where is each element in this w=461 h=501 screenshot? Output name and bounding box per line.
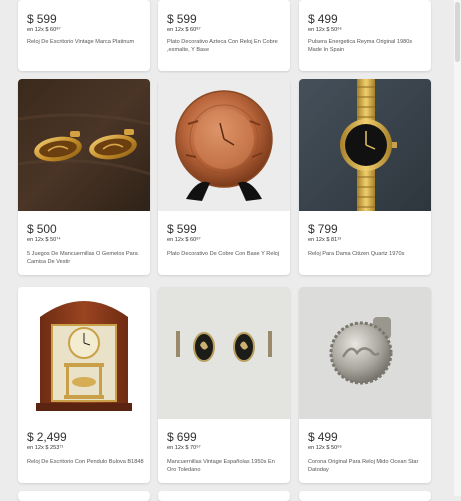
price: $699 <box>167 430 197 444</box>
scrollbar[interactable] <box>454 0 461 496</box>
product-card[interactable]: $599 en 12x $ 60⁸⁷ Plato Decorativo Azte… <box>158 0 290 71</box>
product-title[interactable]: Corona Original Para Reloj Mido Ocean St… <box>308 458 425 474</box>
price: $599 <box>27 12 57 26</box>
installments-text: en 12x $ 70⁹⁷ <box>167 445 201 451</box>
installments-text: en 12x $ 81¹³ <box>308 237 341 243</box>
copper-plate-image[interactable] <box>158 79 290 211</box>
product-card[interactable]: $699 en 12x $ 70⁹⁷ Mancuernillas Vintage… <box>158 287 290 483</box>
installments-text: en 12x $ 50⁷⁴ <box>27 237 61 243</box>
installments-text: en 12x $ 50⁶⁶ <box>308 445 342 451</box>
product-card[interactable]: $499 en 12x $ 50⁶⁶ Corona Original Para … <box>299 287 431 483</box>
product-card[interactable] <box>299 491 431 501</box>
product-title[interactable]: Plato Decorativo Azteca Con Reloj En Cob… <box>167 38 284 54</box>
cufflinks-vintage-image[interactable] <box>158 287 290 419</box>
price: $599 <box>167 12 197 26</box>
installments-text: en 12x $ 60⁸⁷ <box>27 27 61 33</box>
product-card[interactable]: $799 en 12x $ 81¹³ Reloj Para Dama Citiz… <box>299 79 431 275</box>
product-card[interactable] <box>158 491 290 501</box>
installments-text: en 12x $ 60⁸⁷ <box>167 237 201 243</box>
product-title[interactable]: 5 Juegos De Mancuernillas O Gemelos Para… <box>27 250 144 266</box>
price: $499 <box>308 12 338 26</box>
product-title[interactable]: Reloj De Escritorio Vintage Marca Platin… <box>27 38 144 46</box>
product-title[interactable]: Reloj De Escritorio Con Pendulo Bulova B… <box>27 458 144 466</box>
installments-text: en 12x $ 253⁷¹ <box>27 445 64 451</box>
product-title[interactable]: Reloj Para Dama Citizen Quartz 1970s <box>308 250 425 258</box>
product-card[interactable]: $499 en 12x $ 50⁶⁶ Pulsera Energetica Re… <box>299 0 431 71</box>
scrollbar-thumb[interactable] <box>455 2 460 62</box>
price: $500 <box>27 222 57 236</box>
product-title[interactable]: Plato Decorativo De Cobre Con Base Y Rel… <box>167 250 284 258</box>
price: $799 <box>308 222 338 236</box>
product-card[interactable]: $599 en 12x $ 60⁸⁷ Plato Decorativo De C… <box>158 79 290 275</box>
product-card[interactable]: $2,499 en 12x $ 253⁷¹ Reloj De Escritori… <box>18 287 150 483</box>
price: $599 <box>167 222 197 236</box>
product-title[interactable]: Mancuernillas Vintage Españolas 1950s En… <box>167 458 284 474</box>
price: $2,499 <box>27 430 67 444</box>
watch-crown-image[interactable] <box>299 287 431 419</box>
product-card[interactable]: $500 en 12x $ 50⁷⁴ 5 Juegos De Mancuerni… <box>18 79 150 275</box>
product-title[interactable]: Pulsera Energetica Reyma Original 1980s … <box>308 38 425 54</box>
cufflinks-gold-image[interactable] <box>18 79 150 211</box>
product-card[interactable] <box>18 491 150 501</box>
wristwatch-image[interactable] <box>299 79 431 211</box>
installments-text: en 12x $ 60⁸⁷ <box>167 27 201 33</box>
product-card[interactable]: $599 en 12x $ 60⁸⁷ Reloj De Escritorio V… <box>18 0 150 71</box>
price: $499 <box>308 430 338 444</box>
pendulum-clock-image[interactable] <box>18 287 150 419</box>
installments-text: en 12x $ 50⁶⁶ <box>308 27 342 33</box>
